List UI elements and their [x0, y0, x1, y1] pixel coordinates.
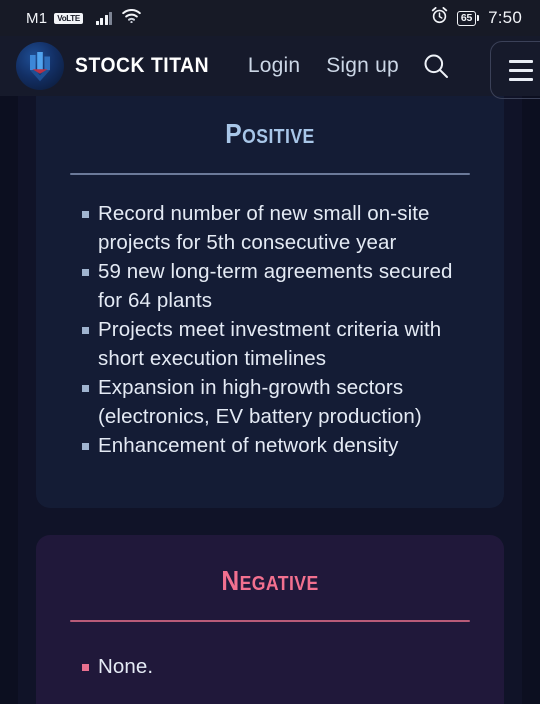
hamburger-line	[509, 77, 533, 81]
status-bar: M1 VoLTE 65 7:50	[0, 0, 540, 36]
negative-card-divider	[70, 620, 470, 622]
positive-card-divider	[70, 173, 470, 175]
login-link[interactable]: Login	[248, 54, 300, 78]
alarm-clock-icon	[431, 7, 448, 29]
status-bar-right: 65 7:50	[431, 7, 522, 29]
hamburger-line	[509, 59, 533, 63]
battery-cap	[477, 15, 480, 21]
battery-indicator: 65	[456, 10, 480, 26]
brand-home-link[interactable]: STOCK TITAN	[16, 42, 221, 90]
content-column: Positive Record number of new small on-s…	[18, 96, 522, 704]
negative-card: Negative None.	[36, 535, 504, 704]
clock-label: 7:50	[488, 8, 522, 27]
hamburger-line	[509, 68, 533, 72]
positive-bullet-list: Record number of new small on-site proje…	[36, 199, 504, 460]
list-item: Projects meet investment criteria with s…	[82, 315, 470, 373]
nav-links: Login Sign up	[248, 54, 399, 78]
list-item: 59 new long-term agreements secured for …	[82, 257, 470, 315]
stock-titan-logo-icon	[16, 42, 64, 90]
list-item: Enhancement of network density	[82, 431, 470, 460]
signup-link[interactable]: Sign up	[326, 54, 399, 78]
negative-card-title: Negative	[221, 565, 319, 596]
status-bar-left: M1 VoLTE	[26, 8, 142, 28]
page-content: Positive Record number of new small on-s…	[0, 96, 540, 704]
list-item: None.	[82, 652, 470, 681]
brand-name: STOCK TITAN	[75, 54, 210, 77]
list-item: Record number of new small on-site proje…	[82, 199, 470, 257]
signal-bars-icon	[95, 11, 113, 25]
battery-percent-label: 65	[456, 10, 477, 26]
carrier-label: M1	[26, 9, 48, 27]
list-item: Expansion in high-growth sectors (electr…	[82, 373, 470, 431]
wifi-icon	[122, 8, 142, 28]
negative-bullet-list: None.	[36, 652, 504, 681]
navbar: STOCK TITAN Login Sign up	[0, 36, 540, 99]
positive-card-title: Positive	[225, 118, 315, 149]
search-icon[interactable]	[421, 51, 451, 81]
volte-badge: VoLTE	[54, 12, 83, 24]
positive-card: Positive Record number of new small on-s…	[36, 96, 504, 508]
hamburger-menu-button[interactable]	[490, 41, 540, 99]
